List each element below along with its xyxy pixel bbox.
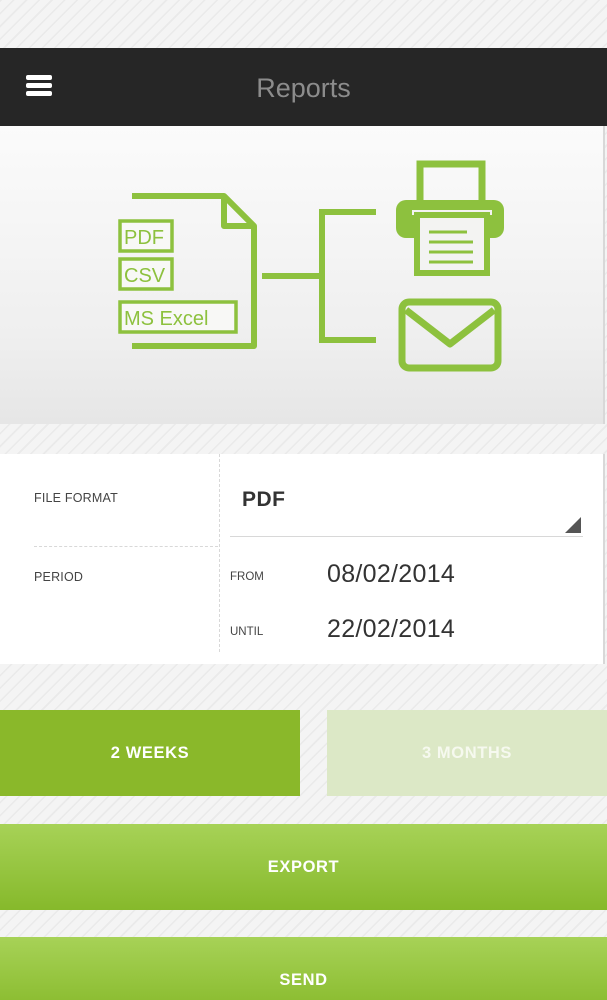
page-title: Reports <box>256 73 351 103</box>
dropdown-corner-icon <box>565 517 581 533</box>
file-format-value: PDF <box>242 488 286 511</box>
column-divider <box>219 454 220 652</box>
app-header: Reports <box>0 48 607 126</box>
hamburger-menu-icon[interactable] <box>26 75 52 97</box>
report-settings-form: FILE FORMAT PDF PERIOD FROM 08/02/2014 U… <box>0 454 605 664</box>
from-label: FROM <box>230 571 264 583</box>
send-button[interactable]: SEND <box>0 937 607 1000</box>
reports-illustration: PDF CSV MS Excel <box>0 126 605 424</box>
until-date-field[interactable]: 22/02/2014 <box>327 615 455 644</box>
file-format-select[interactable]: PDF <box>230 476 583 537</box>
format-excel-label: MS Excel <box>124 308 208 330</box>
until-label: UNTIL <box>230 626 264 638</box>
two-weeks-button[interactable]: 2 WEEKS <box>0 710 300 796</box>
printer-icon <box>396 160 504 276</box>
format-pdf-label: PDF <box>124 227 164 249</box>
connector-lines <box>262 209 376 343</box>
envelope-icon <box>398 298 502 372</box>
three-months-button[interactable]: 3 MONTHS <box>327 710 607 796</box>
format-csv-label: CSV <box>124 265 166 287</box>
reports-illustration-graphic: PDF CSV MS Excel <box>118 160 504 372</box>
row-divider <box>34 546 218 547</box>
export-button[interactable]: EXPORT <box>0 824 607 910</box>
period-label: PERIOD <box>34 570 84 584</box>
file-format-label: FILE FORMAT <box>34 491 118 505</box>
from-date-field[interactable]: 08/02/2014 <box>327 560 455 589</box>
document-icon: PDF CSV MS Excel <box>118 193 257 349</box>
